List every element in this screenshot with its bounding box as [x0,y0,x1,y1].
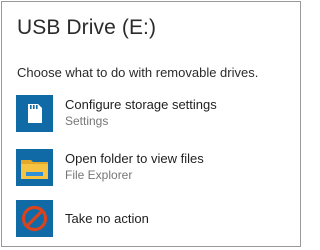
option-sublabel: File Explorer [65,168,133,182]
dialog-prompt: Choose what to do with removable drives. [17,65,259,80]
option-sublabel: Settings [65,114,109,128]
option-open-folder[interactable]: Open folder to view files File Explorer [16,149,286,189]
option-label: Take no action [65,211,149,226]
prohibited-icon [16,200,53,237]
sd-card-icon [16,95,53,132]
dialog-title: USB Drive (E:) [17,16,157,39]
option-label: Open folder to view files [65,151,204,166]
option-configure-storage[interactable]: Configure storage settings Settings [16,95,286,135]
option-label: Configure storage settings [65,97,217,112]
autoplay-dialog: USB Drive (E:) Choose what to do with re… [1,1,301,247]
option-take-no-action[interactable]: Take no action [16,200,286,240]
folder-icon [16,149,53,186]
